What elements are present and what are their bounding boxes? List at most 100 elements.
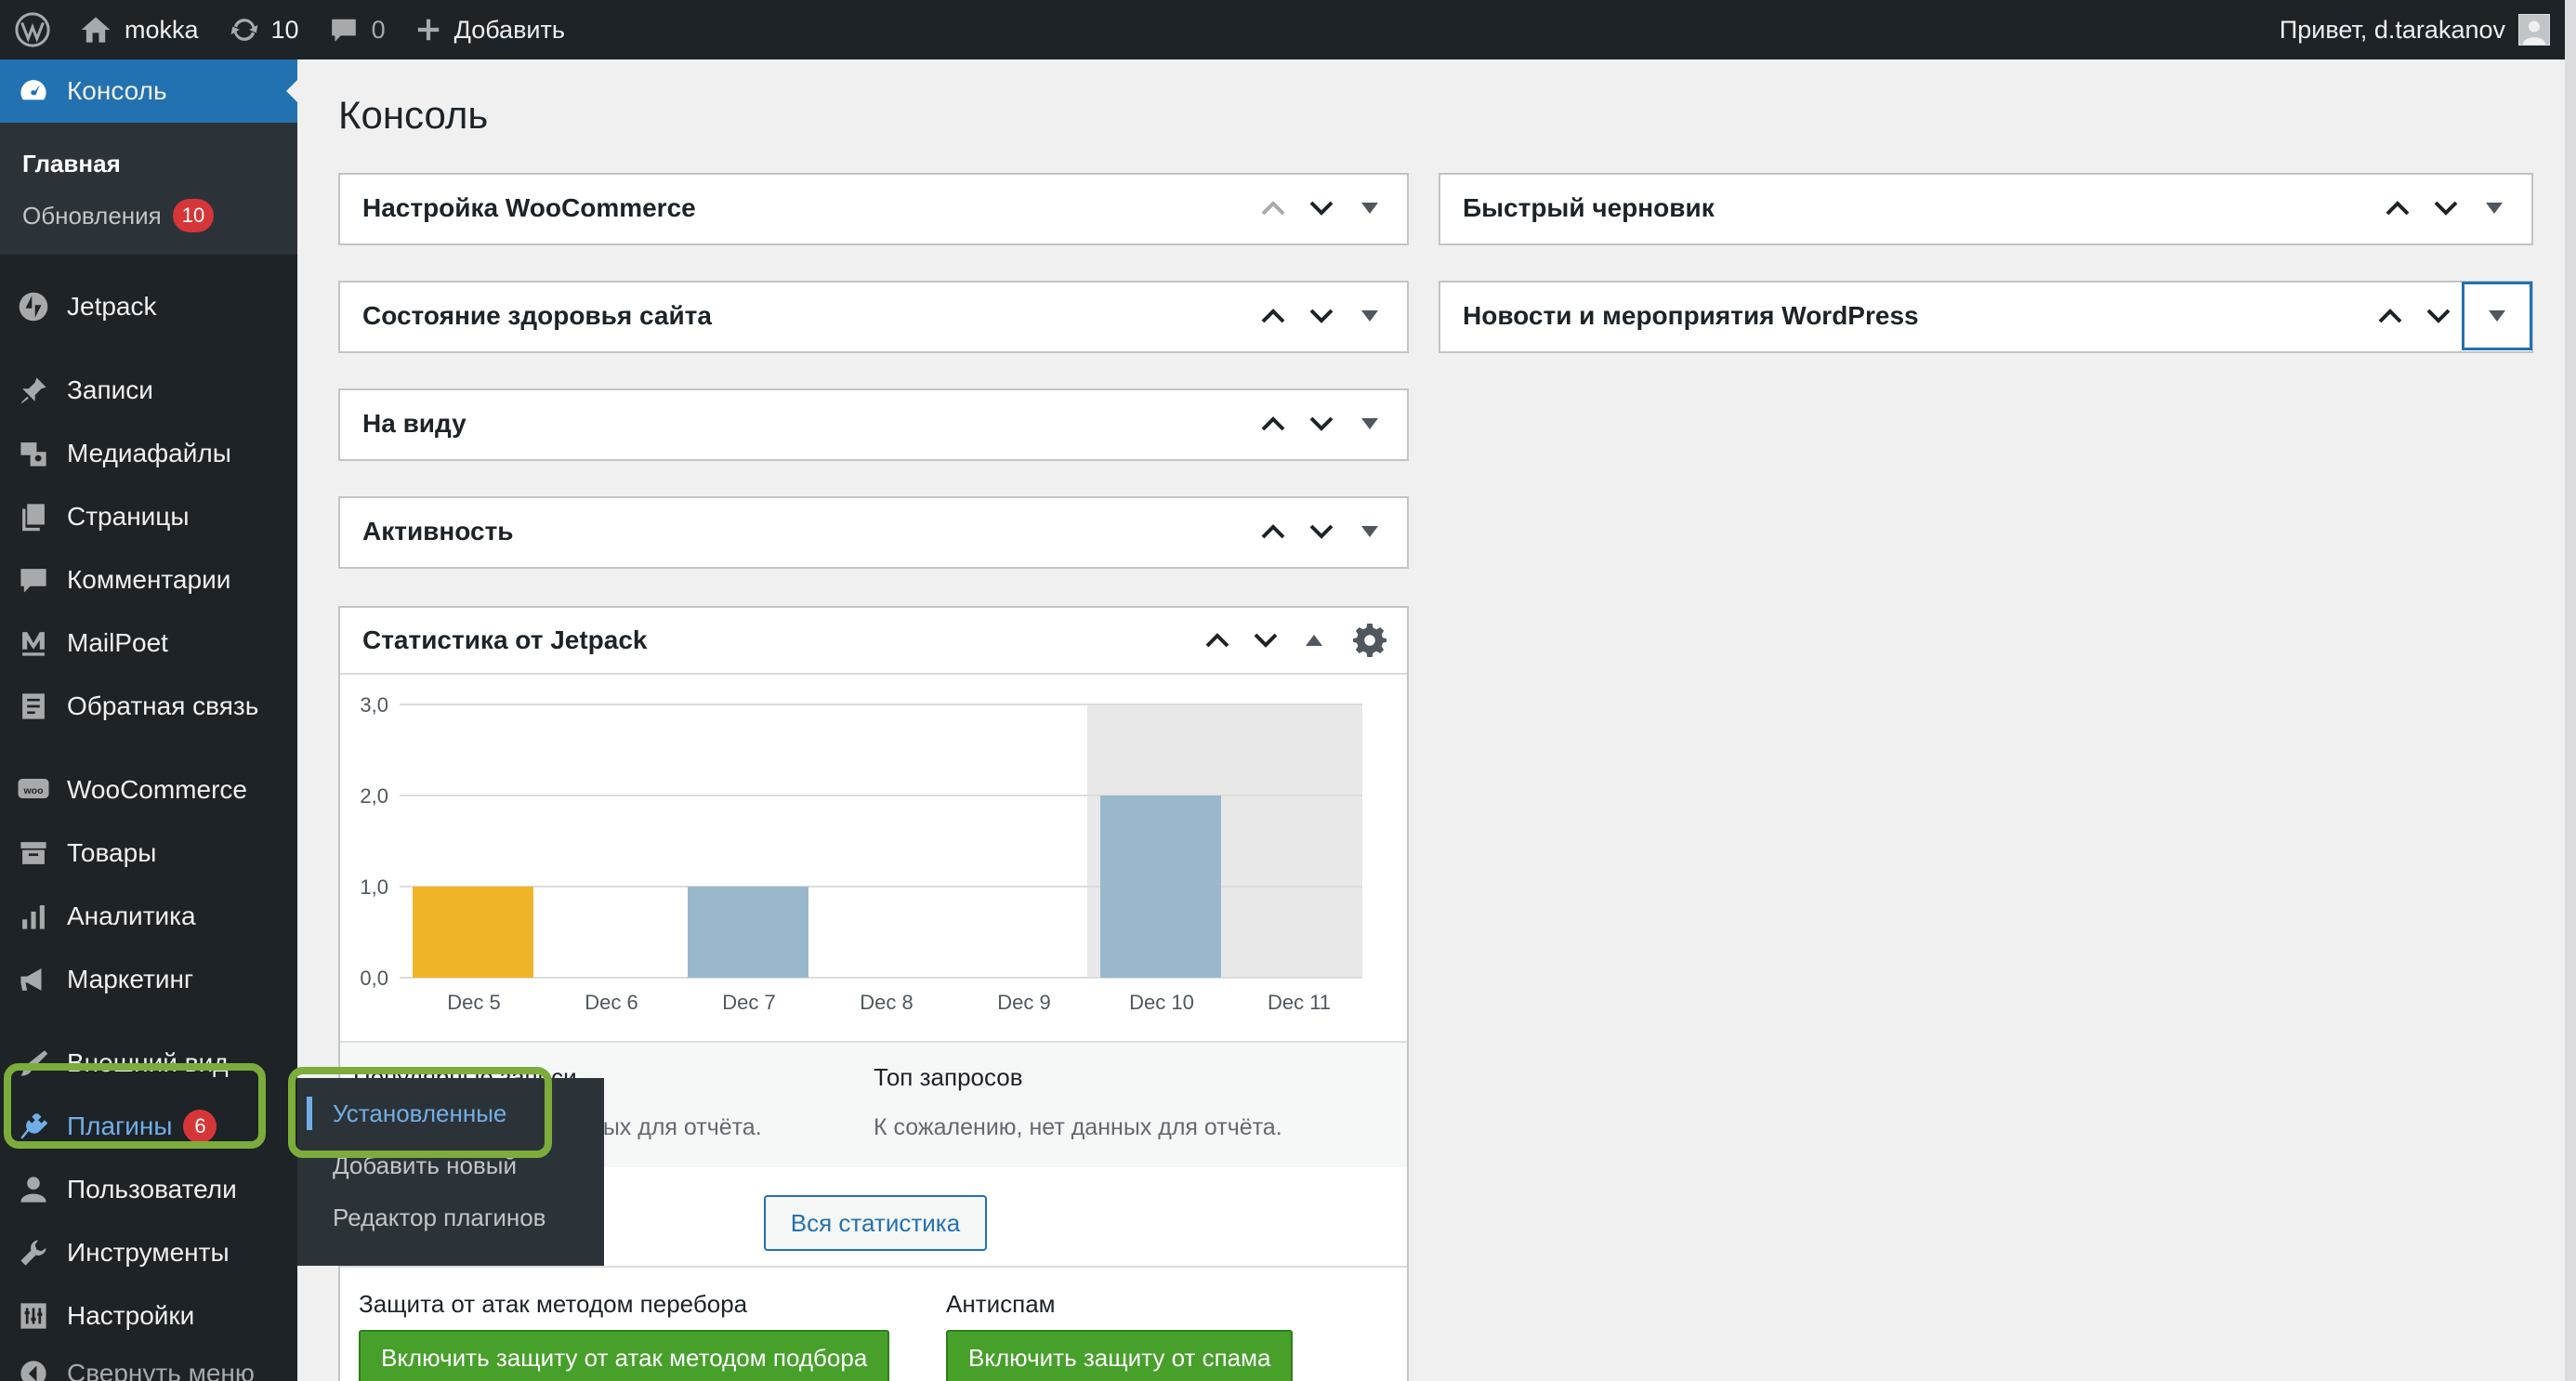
gear-icon[interactable] [1346, 616, 1394, 664]
move-down-button[interactable] [1242, 616, 1290, 664]
sidebar-item-woocommerce[interactable]: woo WooCommerce [0, 758, 297, 822]
comments-link[interactable]: 0 [314, 0, 401, 59]
x-tick-label: Dec 5 [447, 991, 500, 1014]
move-up-button[interactable] [1193, 616, 1242, 664]
move-up-button[interactable] [1249, 507, 1297, 556]
sidebar-item-pages[interactable]: Страницы [0, 485, 297, 548]
pages-icon [15, 498, 52, 535]
flyout-item-add-new[interactable]: Добавить новый [297, 1139, 604, 1191]
home-icon [81, 17, 111, 43]
sidebar-item-label: Плагины [67, 1111, 173, 1140]
site-name-link[interactable]: mokka [65, 0, 214, 59]
all-stats-button[interactable]: Вся статистика [764, 1195, 987, 1251]
sidebar-item-appearance[interactable]: Внешний вид [0, 1032, 297, 1095]
move-up-button[interactable] [2366, 292, 2414, 340]
move-up-button[interactable] [1249, 292, 1297, 340]
sidebar-item-users[interactable]: Пользователи [0, 1158, 297, 1221]
widget-at-a-glance: На виду [338, 388, 1409, 461]
sidebar-item-label: Внешний вид [67, 1048, 229, 1077]
greeting: Привет, d.tarakanov [2279, 15, 2505, 44]
x-tick-label: Dec 6 [585, 991, 637, 1014]
widget-title: На виду [362, 409, 467, 438]
enable-brute-force-button[interactable]: Включить защиту от атак методом подбора [359, 1330, 890, 1381]
move-up-button[interactable] [2373, 184, 2422, 232]
refresh-icon [230, 19, 257, 41]
stats-chart: 0,0 1,0 2,0 3,0 Dec 5 Dec 6 Dec 7 Dec 8 Dec 9 Dec… [340, 675, 1407, 1045]
stats-chart-svg: 0,0 1,0 2,0 3,0 Dec 5 Dec 6 Dec 7 Dec 8 Dec 9 Dec… [360, 693, 1362, 1014]
archive-icon [15, 835, 52, 872]
bar-chart-icon [15, 898, 52, 935]
woocommerce-icon: woo [15, 771, 52, 809]
sidebar-item-settings[interactable]: Настройки [0, 1284, 297, 1348]
sidebar-item-label: Записи [67, 375, 153, 404]
move-down-button[interactable] [1297, 184, 1346, 232]
toggle-panel-button[interactable] [1346, 507, 1394, 556]
widget-title: Настройка WooCommerce [362, 193, 696, 222]
move-down-button[interactable] [2414, 292, 2463, 340]
x-tick-label: Dec 11 [1268, 991, 1331, 1014]
sidebar-item-marketing[interactable]: Маркетинг [0, 948, 297, 1011]
scrollbar[interactable] [2565, 0, 2576, 1381]
move-up-button[interactable] [1249, 184, 1297, 232]
sidebar-item-posts[interactable]: Записи [0, 359, 297, 422]
sidebar-subitem-updates[interactable]: Обновления 10 [0, 190, 297, 242]
wordpress-logo-icon[interactable] [0, 0, 65, 59]
sidebar-item-tools[interactable]: Инструменты [0, 1221, 297, 1284]
y-tick-label: 3,0 [360, 693, 388, 717]
sidebar-item-products[interactable]: Товары [0, 822, 297, 885]
sidebar-item-label: Маркетинг [67, 965, 194, 993]
toggle-panel-button[interactable] [1290, 616, 1338, 664]
jetpack-icon [15, 288, 52, 325]
x-tick-label: Dec 7 [722, 991, 775, 1014]
widget-activity: Активность [338, 496, 1409, 569]
move-down-button[interactable] [1297, 292, 1346, 340]
site-name: mokka [125, 15, 199, 44]
x-tick-label: Dec 8 [860, 991, 913, 1014]
move-down-button[interactable] [1297, 507, 1346, 556]
widget-title: Активность [362, 517, 514, 546]
toggle-panel-button[interactable] [2470, 184, 2518, 232]
toggle-panel-button[interactable] [1346, 184, 1394, 232]
flyout-item-installed[interactable]: Установленные [297, 1087, 604, 1139]
comments-count: 0 [371, 15, 386, 44]
sidebar-item-mailpoet[interactable]: MailPoet [0, 612, 297, 675]
sidebar-item-label: Страницы [67, 502, 190, 531]
x-tick-label: Dec 10 [1129, 991, 1194, 1014]
toggle-panel-button[interactable] [2463, 283, 2531, 349]
plugins-icon [15, 1108, 52, 1145]
top-searches-section: Топ запросов К сожалению, нет данных для… [874, 1063, 1282, 1141]
sidebar-item-media[interactable]: Медиафайлы [0, 422, 297, 485]
move-up-button[interactable] [1249, 400, 1297, 448]
plugins-badge: 6 [183, 1110, 217, 1143]
add-new-link[interactable]: Добавить [401, 0, 580, 59]
sidebar-item-jetpack[interactable]: Jetpack [0, 275, 297, 338]
updates-link[interactable]: 10 [214, 0, 314, 59]
updates-count: 10 [270, 15, 299, 44]
comment-icon [331, 19, 356, 42]
move-down-button[interactable] [1297, 400, 1346, 448]
avatar [2518, 14, 2550, 46]
sidebar-item-feedback[interactable]: Обратная связь [0, 675, 297, 738]
page-title: Консоль [338, 93, 489, 137]
antispam-section: Антиспам Включить защиту от спама [946, 1290, 1294, 1381]
toggle-panel-button[interactable] [1346, 400, 1394, 448]
collapse-menu-button[interactable]: Свернуть меню [0, 1348, 297, 1381]
sidebar-subitem-home[interactable]: Главная [0, 138, 297, 190]
collapse-label: Свернуть меню [67, 1359, 255, 1381]
x-tick-label: Dec 9 [997, 991, 1050, 1014]
sidebar-item-plugins[interactable]: Плагины 6 [0, 1095, 297, 1158]
sidebar-item-label: MailPoet [67, 628, 168, 657]
toggle-panel-button[interactable] [1346, 292, 1394, 340]
mailpoet-icon [15, 625, 52, 662]
brute-force-section: Защита от атак методом перебора Включить… [359, 1290, 890, 1381]
sidebar-item-analytics[interactable]: Аналитика [0, 885, 297, 948]
account-menu[interactable]: Привет, d.tarakanov [2280, 0, 2565, 59]
enable-antispam-button[interactable]: Включить защиту от спама [946, 1330, 1294, 1381]
y-tick-label: 0,0 [360, 967, 388, 990]
sidebar-item-label: Медиафайлы [67, 439, 231, 467]
move-down-button[interactable] [2422, 184, 2470, 232]
sidebar-item-dashboard[interactable]: Консоль [0, 59, 297, 123]
flyout-item-plugin-editor[interactable]: Редактор плагинов [297, 1191, 604, 1243]
sidebar-item-comments[interactable]: Комментарии [0, 548, 297, 612]
bar-dec-10 [1100, 796, 1221, 978]
